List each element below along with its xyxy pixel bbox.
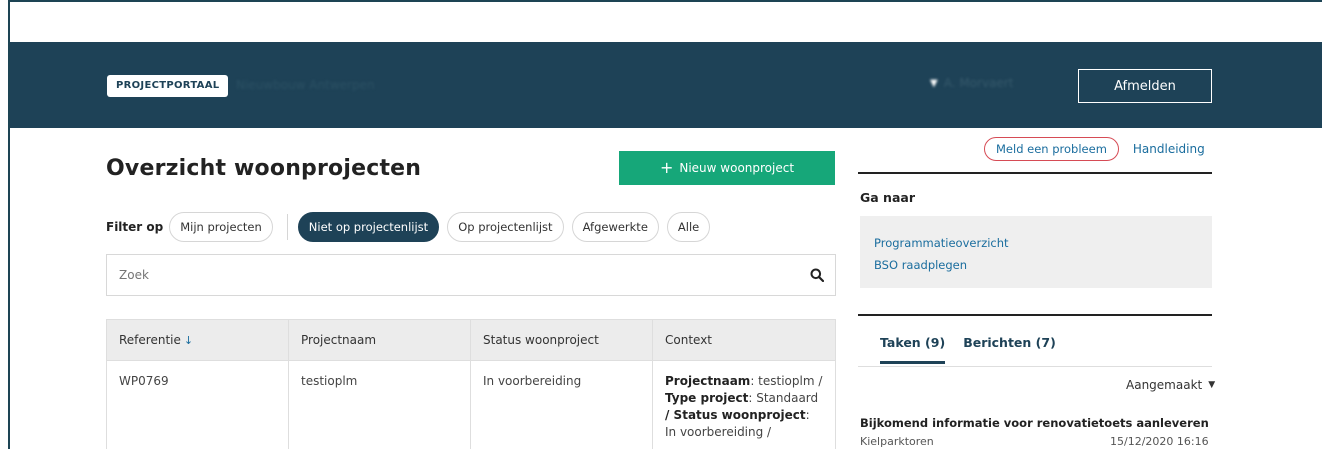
- filter-label: Filter op: [106, 220, 164, 234]
- sort-select[interactable]: Aangemaakt ▼: [1126, 378, 1215, 392]
- tab-taken[interactable]: Taken (9): [880, 335, 946, 364]
- caret-down-icon: ▼: [930, 77, 938, 89]
- filter-alle[interactable]: Alle: [666, 212, 711, 242]
- task-title[interactable]: Bijkomend informatie voor renovatietoets…: [860, 416, 1209, 430]
- column-header-context[interactable]: Context: [652, 319, 836, 361]
- cell-projectnaam: testioplm: [288, 360, 471, 449]
- task-date: 15/12/2020 16:16: [1110, 435, 1209, 448]
- filter-op-projectenlijst[interactable]: Op projectenlijst: [447, 212, 564, 242]
- logout-button[interactable]: Afmelden: [1078, 69, 1212, 103]
- filter-divider: [286, 214, 288, 240]
- tab-berichten[interactable]: Berichten (7): [963, 335, 1056, 364]
- filter-bar: Filter op Mijn projecten Niet op project…: [106, 212, 718, 242]
- user-menu[interactable]: ▼ A. Morvaert: [930, 76, 1013, 90]
- sidebar-divider: [858, 314, 1212, 316]
- plus-icon: +: [659, 158, 674, 177]
- filter-afgewerkte[interactable]: Afgewerkte: [571, 212, 659, 242]
- filter-mijn-projecten[interactable]: Mijn projecten: [169, 212, 273, 242]
- search-bar: [106, 254, 836, 296]
- goto-link-programmatieoverzicht[interactable]: Programmatieoverzicht: [874, 232, 1198, 254]
- report-problem-link[interactable]: Meld een probleem: [984, 137, 1119, 161]
- caret-down-icon: ▼: [1208, 380, 1216, 390]
- column-header-projectnaam[interactable]: Projectnaam: [288, 319, 471, 361]
- sidebar-tabs: Taken (9) Berichten (7): [880, 335, 1056, 364]
- new-project-button[interactable]: + Nieuw woonproject: [619, 151, 835, 185]
- goto-panel: Programmatieoverzicht BSO raadplegen: [860, 216, 1212, 288]
- projects-table: Referentie ↓ Projectnaam Status woonproje…: [106, 319, 836, 449]
- cell-status: In voorbereiding: [470, 360, 653, 449]
- sidebar-top-links: Meld een probleem Handleiding: [984, 137, 1205, 161]
- goto-title: Ga naar: [860, 190, 915, 205]
- tab-underline: [858, 366, 1212, 367]
- table-row[interactable]: WP0769 testioplm In voorbereiding Projec…: [106, 360, 836, 449]
- sidebar-divider: [858, 172, 1212, 174]
- cell-referentie: WP0769: [106, 360, 289, 449]
- manual-link[interactable]: Handleiding: [1133, 142, 1205, 156]
- cell-context: Projectnaam: testioplm / Type project: S…: [652, 360, 836, 449]
- column-header-status[interactable]: Status woonproject: [470, 319, 653, 361]
- sort-label: Aangemaakt: [1126, 378, 1203, 392]
- page-title: Overzicht woonprojecten: [106, 156, 422, 181]
- goto-link-bso-raadplegen[interactable]: BSO raadplegen: [874, 254, 1198, 276]
- table-header-row: Referentie ↓ Projectnaam Status woonproje…: [106, 319, 836, 361]
- new-project-label: Nieuw woonproject: [679, 161, 795, 175]
- column-header-referentie[interactable]: Referentie ↓: [106, 319, 289, 361]
- search-input[interactable]: [107, 255, 799, 295]
- filter-niet-op-projectenlijst[interactable]: Niet op projectenlijst: [297, 212, 440, 242]
- search-icon[interactable]: [799, 255, 835, 295]
- top-header: PROJECTPORTAAL Nieuwbouw Antwerpen ▼ A. …: [10, 42, 1322, 128]
- sort-down-icon: ↓: [183, 334, 194, 347]
- app-subtitle: Nieuwbouw Antwerpen: [236, 78, 375, 92]
- app-badge[interactable]: PROJECTPORTAAL: [107, 75, 229, 97]
- task-location: Kielparktoren: [860, 435, 934, 448]
- user-name: A. Morvaert: [943, 76, 1014, 90]
